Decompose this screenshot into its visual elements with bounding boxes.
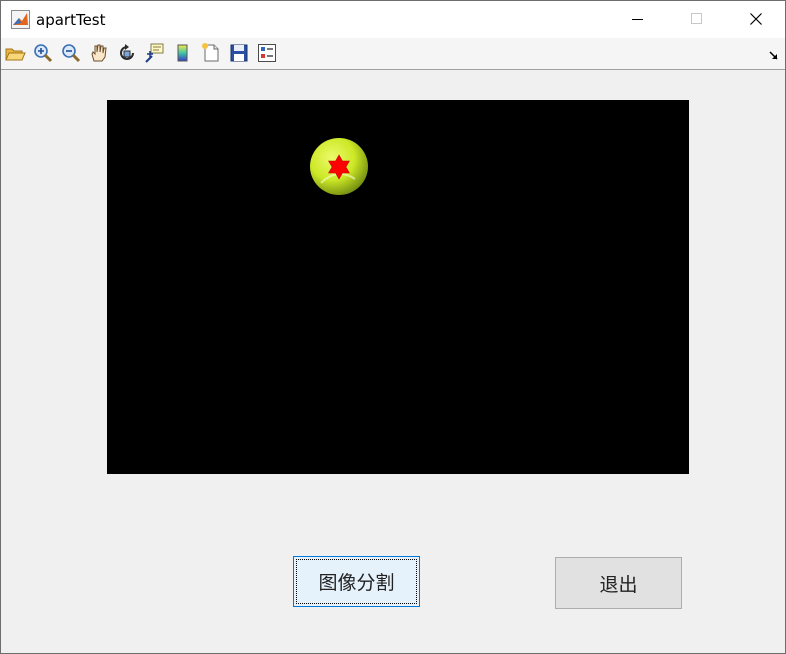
zoom-in-icon[interactable] bbox=[32, 42, 54, 64]
new-figure-icon[interactable] bbox=[200, 42, 222, 64]
maximize-button[interactable] bbox=[668, 1, 726, 38]
matlab-icon bbox=[11, 10, 30, 29]
open-folder-icon[interactable] bbox=[4, 42, 26, 64]
save-icon[interactable] bbox=[228, 42, 250, 64]
legend-icon[interactable] bbox=[256, 42, 278, 64]
minimize-button[interactable] bbox=[609, 1, 667, 38]
rotate-3d-icon[interactable] bbox=[116, 42, 138, 64]
close-button[interactable] bbox=[727, 1, 785, 38]
data-cursor-icon[interactable] bbox=[144, 42, 166, 64]
maximize-icon bbox=[691, 13, 702, 24]
pan-hand-icon[interactable] bbox=[88, 42, 110, 64]
toolbar-collapse-icon[interactable] bbox=[768, 47, 780, 60]
tennis-ball-image bbox=[310, 138, 368, 195]
minimize-icon bbox=[632, 19, 643, 20]
title-bar[interactable]: apartTest bbox=[1, 1, 785, 38]
focus-ring bbox=[296, 559, 417, 604]
exit-label: 退出 bbox=[599, 573, 638, 596]
colorbar-icon[interactable] bbox=[172, 42, 194, 64]
image-axes bbox=[107, 100, 689, 474]
exit-button[interactable]: 退出 bbox=[555, 557, 682, 609]
figure-window: apartTest 图像分割 退出 bbox=[0, 0, 786, 654]
figure-toolbar bbox=[1, 38, 785, 70]
close-icon bbox=[750, 13, 762, 25]
segment-image-button[interactable]: 图像分割 bbox=[293, 556, 420, 607]
zoom-out-icon[interactable] bbox=[60, 42, 82, 64]
window-title: apartTest bbox=[36, 11, 106, 29]
